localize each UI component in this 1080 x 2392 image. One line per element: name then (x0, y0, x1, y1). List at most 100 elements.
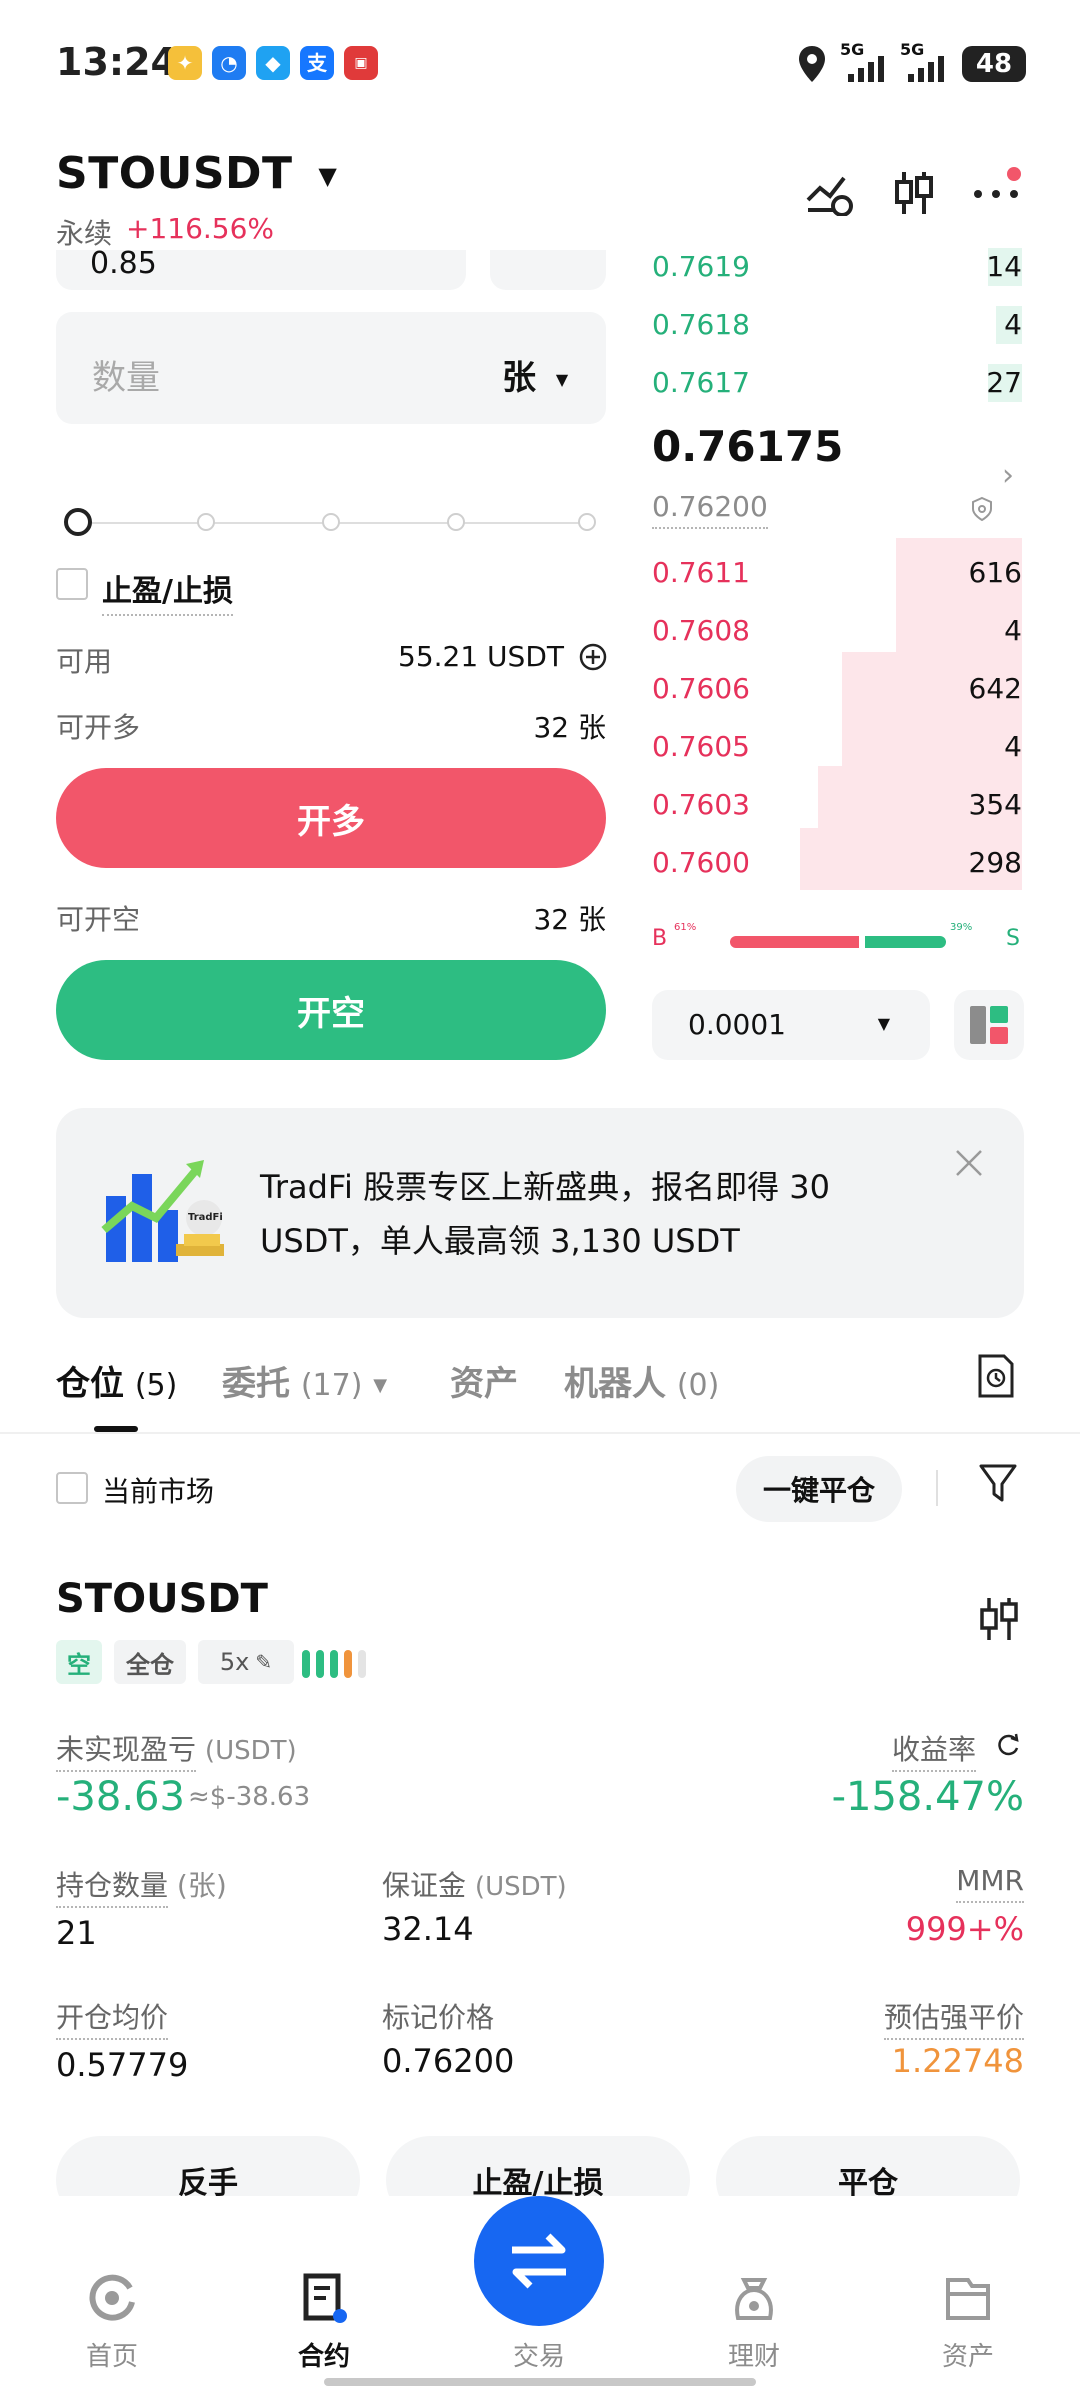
size-unit: (张) (176, 1869, 227, 1902)
open-long-button[interactable]: 开多 (56, 768, 606, 868)
mark-price[interactable]: 0.76200 (652, 490, 768, 529)
chevron-right-icon[interactable]: › (1002, 458, 1014, 493)
quantity-placeholder: 数量 (92, 358, 160, 398)
position-symbol[interactable]: STOUSDT (56, 1576, 268, 1622)
price-input[interactable]: 0.85 (56, 246, 466, 290)
tab-assets[interactable]: 资产 (450, 1356, 518, 1405)
depth-precision-selector[interactable]: 0.0001 ▼ (652, 990, 930, 1060)
side-tag: 空 (56, 1640, 102, 1684)
slider-step-100[interactable] (578, 513, 596, 531)
slider-step-75[interactable] (447, 513, 465, 531)
tab-bots[interactable]: 机器人 (0) (564, 1356, 719, 1405)
bid-price[interactable]: 0.7608 (652, 614, 750, 647)
nav-home[interactable] (42, 2270, 182, 2330)
ask-price[interactable]: 0.7619 (652, 250, 750, 283)
price-alert-icon[interactable] (804, 170, 854, 216)
symbol-selector[interactable]: STOUSDT ▼ (56, 148, 337, 199)
close-icon[interactable] (954, 1148, 984, 1178)
margin-unit: (USDT) (474, 1872, 567, 1902)
mmr-label: MMR (956, 1864, 1024, 1903)
quantity-unit-selector[interactable]: 张 ▼ (502, 350, 568, 399)
symbol-title: STOUSDT (56, 148, 293, 199)
nav-earn-label: 理财 (727, 2342, 780, 2372)
close-all-button[interactable]: 一键平仓 (736, 1456, 902, 1522)
ratio-b-label: B (652, 926, 668, 951)
banner-text[interactable]: TradFi 股票专区上新盛典，报名即得 30 USDT，单人最高领 3,130… (260, 1160, 900, 1268)
swap-icon (512, 2233, 566, 2289)
unrealized-pnl-label-group[interactable]: 未实现盈亏 (USDT) (56, 1728, 297, 1772)
current-market-label[interactable]: 当前市场 (102, 1470, 214, 1510)
bid-price[interactable]: 0.7606 (652, 672, 750, 705)
ask-size: 4 (1004, 308, 1022, 341)
caret-down-icon: ▼ (373, 1375, 388, 1396)
entry-label: 开仓均价 (56, 2001, 169, 2040)
promo-banner[interactable]: TradFi TradFi 股票专区上新盛典，报名即得 30 USDT，单人最高… (56, 1108, 1024, 1318)
bid-price[interactable]: 0.7603 (652, 788, 750, 821)
battery-icon: 48 (962, 46, 1026, 82)
nav-contracts[interactable] (254, 2270, 394, 2330)
can-long-value: 32 张 (533, 711, 606, 744)
tab-positions[interactable]: 仓位 (5) (56, 1356, 177, 1405)
divider (0, 1432, 1080, 1434)
add-funds-icon[interactable] (578, 642, 608, 672)
mark-label: 标记价格 (382, 2001, 495, 2034)
entry-label-group[interactable]: 开仓均价 (56, 1996, 169, 2040)
more-options-icon[interactable] (970, 166, 1024, 206)
open-short-button[interactable]: 开空 (56, 960, 606, 1060)
nav-assets[interactable] (898, 2270, 1038, 2330)
bid-price[interactable]: 0.7605 (652, 730, 750, 763)
nav-home-label: 首页 (85, 2342, 138, 2372)
tab-bots-count: (0) (676, 1368, 720, 1403)
history-icon[interactable] (976, 1354, 1016, 1398)
roe-label-group[interactable]: 收益率 (892, 1728, 977, 1772)
ask-size: 14 (986, 250, 1022, 283)
roe-label: 收益率 (892, 1733, 977, 1772)
tab-orders-label: 委托 (222, 1364, 290, 1404)
candlestick-chart-icon[interactable] (892, 168, 936, 218)
nav-earn[interactable] (684, 2270, 824, 2330)
margin-value[interactable]: 32.14 (382, 1910, 474, 1948)
margin-mode-tag: 全仓 (114, 1640, 186, 1684)
tpsl-checkbox[interactable] (56, 568, 88, 600)
liq-value: 1.22748 (891, 2042, 1024, 2080)
bid-size: 616 (968, 556, 1022, 589)
nav-contracts-label: 合约 (297, 2342, 350, 2372)
bid-size: 4 (1004, 730, 1022, 763)
tpsl-label[interactable]: 止盈/止损 (102, 566, 233, 616)
leverage-tag[interactable]: 5x ✎ (198, 1640, 294, 1684)
bid-size: 354 (968, 788, 1022, 821)
ratio-s-label: S (1006, 926, 1020, 951)
last-price[interactable]: 0.76175 (652, 422, 843, 471)
bid-price[interactable]: 0.7611 (652, 556, 750, 589)
ask-price[interactable]: 0.7617 (652, 366, 750, 399)
tab-orders[interactable]: 委托 (17) ▼ (222, 1356, 387, 1405)
tab-bots-label: 机器人 (564, 1364, 666, 1404)
unrealized-pnl-value: -38.63 (56, 1774, 185, 1820)
leverage-value: 5x (219, 1648, 250, 1676)
precision-value: 0.0001 (688, 1008, 786, 1041)
margin-label: 保证金 (382, 1869, 467, 1902)
location-icon (799, 46, 825, 82)
candlestick-chart-icon[interactable] (978, 1596, 1020, 1642)
slider-step-50[interactable] (322, 513, 340, 531)
roe-value: -158.47% (831, 1774, 1024, 1820)
mmr-label-group[interactable]: MMR (900, 1864, 1024, 1903)
slider-step-25[interactable] (197, 513, 215, 531)
share-icon[interactable] (996, 1732, 1022, 1758)
ask-size: 27 (986, 366, 1022, 399)
trade-fab[interactable] (474, 2196, 604, 2326)
tab-positions-count: (5) (134, 1368, 178, 1403)
liq-label-group[interactable]: 预估强平价 (830, 1996, 1024, 2040)
price-change: +116.56% (126, 212, 275, 245)
filter-icon[interactable] (978, 1462, 1018, 1504)
size-label-group[interactable]: 持仓数量 (张) (56, 1864, 227, 1908)
bid-price[interactable]: 0.7600 (652, 846, 750, 879)
notification-app-icon-3: ◆ (256, 46, 290, 80)
price-type-selector[interactable] (490, 250, 606, 290)
ask-price[interactable]: 0.7618 (652, 308, 750, 341)
orderbook-layout-button[interactable] (954, 990, 1024, 1060)
current-market-checkbox[interactable] (56, 1472, 88, 1504)
ratio-b-value: 61% (674, 922, 697, 933)
slider-thumb[interactable] (64, 508, 92, 536)
home-indicator (324, 2378, 756, 2386)
